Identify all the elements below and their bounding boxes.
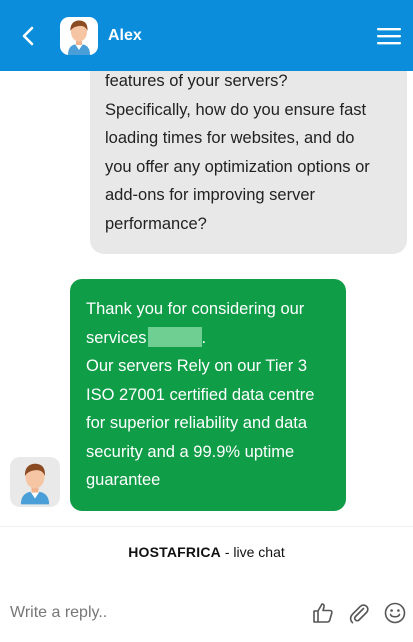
menu-button[interactable]: [365, 4, 413, 68]
person-avatar-icon: [20, 463, 50, 505]
message-text: .: [201, 328, 207, 347]
message-line: for superior reliability and data: [86, 414, 308, 432]
chevron-left-icon: [22, 26, 34, 45]
smiley-icon: [384, 602, 406, 624]
brand-name: HOSTAFRICA: [128, 544, 221, 560]
live-chat-branding[interactable]: HOSTAFRICA - live chat: [0, 544, 413, 560]
hamburger-menu-icon: [377, 27, 401, 44]
back-button[interactable]: [0, 4, 56, 68]
message-composer: [0, 590, 413, 636]
thumbs-up-icon: [313, 603, 333, 623]
message-line: security and a 99.9% uptime: [86, 442, 295, 461]
agent-message-bubble: Thank you for considering our services. …: [70, 279, 346, 511]
message-line: ISO 27001 certified data centre: [86, 385, 315, 404]
reply-input[interactable]: [0, 593, 305, 633]
attach-button[interactable]: [341, 593, 377, 633]
person-avatar-icon: [68, 20, 90, 55]
message-line: Our servers Rely on our Tier 3: [86, 357, 307, 375]
emoji-button[interactable]: [377, 593, 413, 633]
like-button[interactable]: [305, 593, 341, 633]
message-line: you offer any optimization options or: [105, 157, 370, 176]
message-line: guarantee: [86, 471, 161, 489]
message-line: performance?: [105, 214, 207, 233]
message-list[interactable]: features of your servers? Specifically, …: [0, 71, 413, 526]
message-text: services: [86, 328, 147, 347]
redacted-text: [147, 326, 202, 347]
user-message-bubble: features of your servers? Specifically, …: [90, 71, 407, 254]
message-line: add-ons for improving server: [105, 186, 316, 204]
message-line: loading times for websites, and do: [105, 129, 355, 147]
paperclip-icon: [349, 604, 369, 624]
message-line: features of your servers?: [105, 72, 288, 90]
contact-name: Alex: [108, 26, 142, 44]
message-line: Specifically, how do you ensure fast: [105, 100, 367, 119]
contact-avatar[interactable]: [60, 16, 98, 55]
divider: [0, 526, 413, 527]
message-line: Thank you for considering our: [86, 300, 305, 318]
chat-header: Alex: [0, 0, 413, 71]
agent-avatar: [10, 457, 60, 507]
message-line: services.: [86, 324, 332, 353]
branding-suffix: - live chat: [220, 544, 285, 560]
